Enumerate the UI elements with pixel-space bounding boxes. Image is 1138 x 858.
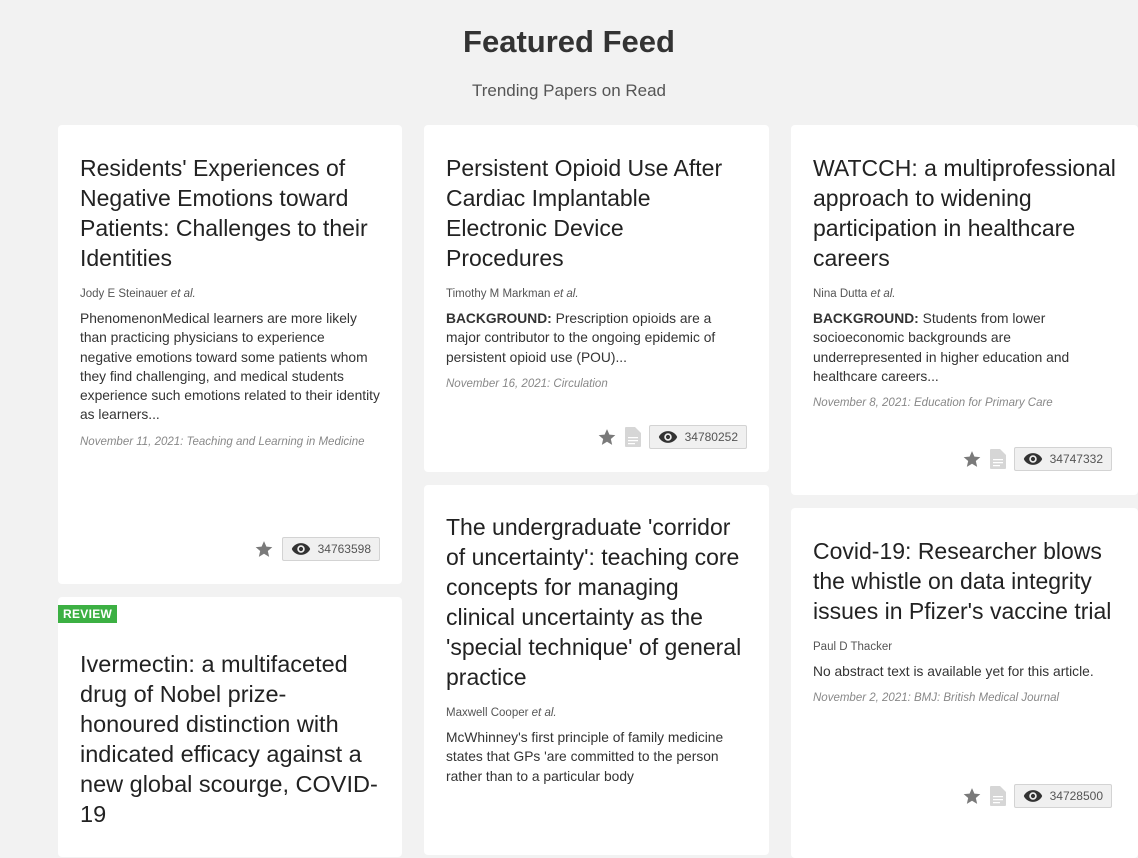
author-name: Paul D Thacker (813, 641, 893, 653)
paper-authors[interactable]: Jody E Steinauer et al. (80, 288, 380, 300)
paper-abstract: McWhinney's first principle of family me… (446, 730, 724, 784)
paper-card[interactable]: WATCCH: a multiprofessional approach to … (791, 125, 1138, 495)
paper-meta: November 16, 2021: Circulation (446, 377, 608, 390)
views-count: 34763598 (317, 542, 371, 556)
paper-authors[interactable]: Paul D Thacker (813, 641, 1116, 653)
views-counter: 34780252 (648, 425, 747, 449)
author-name: Maxwell Cooper (446, 707, 529, 719)
author-name: Nina Dutta (813, 288, 868, 300)
paper-title[interactable]: The undergraduate 'corridor of uncertain… (446, 512, 747, 692)
eye-icon (291, 543, 310, 555)
paper-abstract: PhenomenonMedical learners are more like… (80, 311, 380, 423)
paper-card[interactable]: REVIEW Ivermectin: a multifaceted drug o… (58, 597, 402, 857)
star-icon[interactable] (962, 449, 982, 469)
paper-title[interactable]: Covid-19: Researcher blows the whistle o… (813, 536, 1116, 626)
review-badge: REVIEW (58, 605, 118, 623)
paper-title[interactable]: Persistent Opioid Use After Cardiac Impl… (446, 153, 747, 273)
paper-card[interactable]: The undergraduate 'corridor of uncertain… (424, 485, 769, 855)
et-al: et al. (553, 288, 579, 300)
et-al: et al. (870, 288, 896, 300)
eye-icon (1023, 453, 1042, 465)
views-count: 34728500 (1049, 789, 1103, 803)
star-icon[interactable] (254, 539, 274, 559)
paper-authors[interactable]: Nina Dutta et al. (813, 288, 1116, 300)
paper-title[interactable]: WATCCH: a multiprofessional approach to … (813, 153, 1116, 273)
paper-abstract: No abstract text is available yet for th… (813, 664, 1094, 679)
abstract-lead: BACKGROUND: (813, 311, 919, 326)
paper-card[interactable]: Persistent Opioid Use After Cardiac Impl… (424, 125, 769, 472)
document-icon[interactable] (624, 427, 641, 447)
paper-authors[interactable]: Timothy M Markman et al. (446, 288, 747, 300)
star-icon[interactable] (597, 427, 617, 447)
paper-abstract: BACKGROUND: Students from lower socioeco… (813, 309, 1116, 386)
eye-icon (1023, 790, 1042, 802)
paper-card[interactable]: Covid-19: Researcher blows the whistle o… (791, 508, 1138, 858)
paper-meta: November 11, 2021: Teaching and Learning… (80, 435, 365, 448)
paper-title[interactable]: Ivermectin: a multifaceted drug of Nobel… (80, 649, 380, 829)
et-al: et al. (170, 288, 196, 300)
paper-authors[interactable]: Maxwell Cooper et al. (446, 707, 747, 719)
document-icon[interactable] (989, 786, 1006, 806)
views-count: 34780252 (684, 430, 738, 444)
paper-meta: November 8, 2021: Education for Primary … (813, 397, 1053, 410)
card-actions: 34728500 (962, 784, 1112, 808)
views-counter: 34747332 (1013, 447, 1112, 471)
paper-meta: November 2, 2021: BMJ: British Medical J… (813, 692, 1060, 705)
card-actions: 34763598 (254, 537, 380, 561)
card-actions: 34747332 (962, 447, 1112, 471)
views-counter: 34728500 (1013, 784, 1112, 808)
et-al: et al. (531, 707, 557, 719)
paper-abstract: BACKGROUND: Prescription opioids are a m… (446, 309, 747, 367)
star-icon[interactable] (962, 786, 982, 806)
document-icon[interactable] (989, 449, 1006, 469)
page-title: Featured Feed (463, 24, 675, 59)
abstract-lead: BACKGROUND: (446, 311, 552, 326)
paper-title[interactable]: Residents' Experiences of Negative Emoti… (80, 153, 380, 273)
eye-icon (658, 431, 677, 443)
views-counter: 34763598 (281, 537, 380, 561)
card-actions: 34780252 (597, 425, 747, 449)
views-count: 34747332 (1049, 452, 1103, 466)
paper-card[interactable]: Residents' Experiences of Negative Emoti… (58, 125, 402, 584)
author-name: Jody E Steinauer (80, 288, 168, 300)
page-subtitle: Trending Papers on Read (471, 81, 667, 100)
author-name: Timothy M Markman (446, 288, 551, 300)
